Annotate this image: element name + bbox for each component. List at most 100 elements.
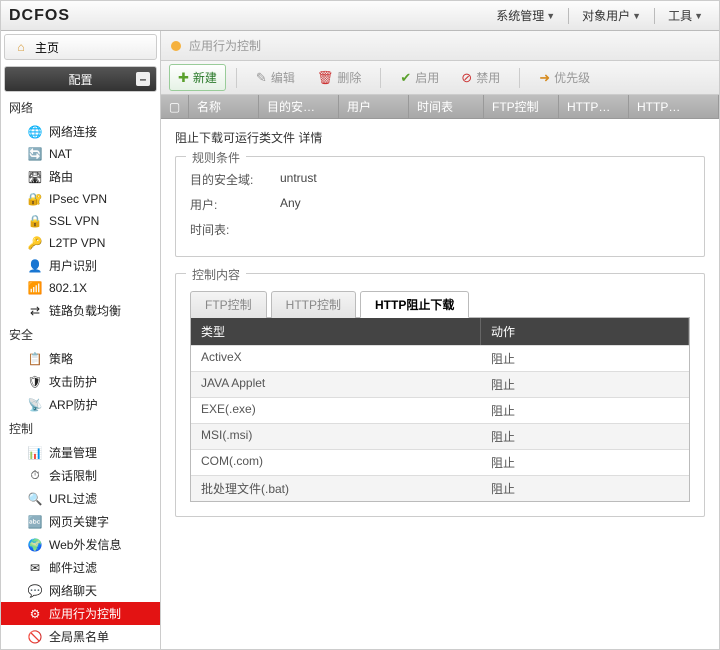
user-value: Any [280, 196, 301, 213]
sidebar-item[interactable]: 📡 ARP防护 [1, 393, 160, 416]
sidebar-item[interactable]: 🛡攻击防护 [1, 370, 160, 393]
topmenu-object-user[interactable]: 对象用户▼ [574, 3, 649, 28]
grid-col-dst[interactable]: 目的安… [259, 95, 339, 118]
sidebar-item-label: ARP防护 [49, 396, 98, 413]
table-row[interactable]: MSI(.msi)阻止 [191, 423, 689, 449]
sidebar-item[interactable]: 🌍Web外发信息 [1, 533, 160, 556]
sidebar-item[interactable]: 🔤 网页关键字 [1, 510, 160, 533]
sidebar-item-label: L2TP VPN [49, 236, 105, 250]
sidebar-item-label: 网页关键字 [49, 513, 109, 530]
grid-col-http2[interactable]: HTTP… [629, 95, 719, 118]
cell-type: COM(.com) [191, 450, 481, 475]
sub-tabs: FTP控制HTTP控制HTTP阻止下载 [190, 290, 690, 318]
rule-legend: 规则条件 [186, 149, 246, 166]
sidebar-item[interactable]: 🔍URL过滤 [1, 487, 160, 510]
table-row[interactable]: COM(.com)阻止 [191, 449, 689, 475]
sidebar-item[interactable]: 👤用户识别 [1, 254, 160, 277]
sidebar-item-icon: ✉ [27, 560, 43, 576]
sidebar-item-icon: 🛣 [27, 169, 43, 185]
sidebar-group-title: 网络 [1, 95, 160, 120]
sidebar-item[interactable]: 🔒SSL VPN [1, 210, 160, 232]
sidebar-item-label: 路由 [49, 168, 73, 185]
sidebar-item[interactable]: 🚫全局黑名单 [1, 625, 160, 648]
sidebar-item-icon: 🔤 [27, 514, 43, 530]
table-row[interactable]: ActiveX阻止 [191, 345, 689, 371]
pencil-icon: ✎ [256, 70, 267, 86]
sub-tab[interactable]: FTP控制 [190, 291, 267, 318]
dst-zone-label: 目的安全域: [190, 171, 280, 188]
sidebar-item[interactable]: 🔐IPsec VPN [1, 188, 160, 210]
cell-type: 批处理文件(.bat) [191, 476, 481, 501]
dst-zone-value: untrust [280, 171, 317, 188]
sidebar-item-icon: 📡 [27, 397, 43, 413]
sidebar-item[interactable]: 📊流量管理 [1, 441, 160, 464]
sidebar-item[interactable]: 🔑L2TP VPN [1, 232, 160, 254]
grid-col-http1[interactable]: HTTP… [559, 95, 629, 118]
priority-button[interactable]: ➜优先级 [530, 64, 599, 91]
cell-action: 阻止 [481, 346, 689, 371]
brand-logo: DCFOS [9, 7, 70, 25]
control-content-fieldset: 控制内容 FTP控制HTTP控制HTTP阻止下载 类型 动作 ActiveX阻止… [175, 273, 705, 517]
trash-icon: 🗑 [317, 70, 334, 86]
enable-button[interactable]: ✔启用 [391, 64, 448, 91]
sidebar-home[interactable]: ⌂ 主页 [4, 34, 157, 60]
sidebar-item-icon: 📶 [27, 280, 43, 296]
sidebar-item-icon: 🛡 [27, 374, 43, 390]
sidebar-item[interactable]: 💬网络聊天 [1, 579, 160, 602]
schedule-label: 时间表: [190, 221, 280, 238]
divider [568, 8, 569, 24]
user-label: 用户: [190, 196, 280, 213]
sub-tab[interactable]: HTTP控制 [271, 291, 356, 318]
control-table: 类型 动作 ActiveX阻止JAVA Applet阻止EXE(.exe)阻止M… [190, 318, 690, 502]
sidebar-item-icon: 🔄 [27, 146, 43, 162]
sidebar-item-label: 策略 [49, 350, 73, 367]
sidebar-item-label: 网络聊天 [49, 582, 97, 599]
sidebar-item-icon: 📋 [27, 351, 43, 367]
collapse-icon[interactable]: – [136, 72, 150, 86]
cell-action: 阻止 [481, 372, 689, 397]
table-row[interactable]: EXE(.exe)阻止 [191, 397, 689, 423]
sidebar-item-label: 应用行为控制 [49, 605, 121, 622]
grid-col-ftp[interactable]: FTP控制 [484, 95, 559, 118]
topmenu-tools[interactable]: 工具▼ [660, 3, 711, 28]
sidebar-item-label: 链路负载均衡 [49, 302, 121, 319]
table-header: 类型 动作 [191, 318, 689, 345]
disable-button[interactable]: ⊘禁用 [452, 64, 509, 91]
separator [519, 68, 520, 88]
sidebar-item[interactable]: ✉ 邮件过滤 [1, 556, 160, 579]
sidebar-item[interactable]: ⇄链路负载均衡 [1, 299, 160, 322]
sidebar-item-label: Web外发信息 [49, 536, 121, 553]
top-bar: DCFOS 系统管理▼ 对象用户▼ 工具▼ [1, 1, 719, 31]
col-type: 类型 [191, 318, 481, 345]
detail-title: 阻止下载可运行类文件 详情 [175, 129, 705, 146]
grid-col-name[interactable]: 名称 [189, 95, 259, 118]
sidebar-item-label: 邮件过滤 [49, 559, 97, 576]
sidebar-item[interactable]: ⚙应用行为控制 [1, 602, 160, 625]
sidebar-item-icon: 🔒 [27, 213, 43, 229]
sub-tab[interactable]: HTTP阻止下载 [360, 291, 469, 318]
sidebar-config-header[interactable]: 配置 – [4, 66, 157, 92]
sidebar-item[interactable]: ⏱会话限制 [1, 464, 160, 487]
sidebar-item[interactable]: 📋 策略 [1, 347, 160, 370]
sidebar-item[interactable]: 🌐网络连接 [1, 120, 160, 143]
sidebar-item[interactable]: 📶802.1X [1, 277, 160, 299]
cell-action: 阻止 [481, 424, 689, 449]
new-button[interactable]: ✚新建 [169, 64, 226, 91]
sidebar-item-label: 网络连接 [49, 123, 97, 140]
grid-checkbox-col[interactable]: ▢ [161, 95, 189, 118]
sidebar-item[interactable]: 🔄NAT [1, 143, 160, 165]
sidebar-item-label: 流量管理 [49, 444, 97, 461]
grid-col-user[interactable]: 用户 [339, 95, 409, 118]
tab-indicator-icon [171, 41, 181, 51]
cell-action: 阻止 [481, 450, 689, 475]
topmenu-system[interactable]: 系统管理▼ [488, 3, 563, 28]
table-row[interactable]: 批处理文件(.bat)阻止 [191, 475, 689, 501]
sidebar-item-label: 全局黑名单 [49, 628, 109, 645]
sidebar-item[interactable]: 🛣 路由 [1, 165, 160, 188]
sidebar-item-icon: 🔍 [27, 491, 43, 507]
grid-col-schedule[interactable]: 时间表 [409, 95, 484, 118]
delete-button[interactable]: 🗑删除 [308, 64, 371, 91]
table-row[interactable]: JAVA Applet阻止 [191, 371, 689, 397]
edit-button[interactable]: ✎编辑 [247, 64, 304, 91]
sidebar-item-icon: 🔐 [27, 191, 43, 207]
